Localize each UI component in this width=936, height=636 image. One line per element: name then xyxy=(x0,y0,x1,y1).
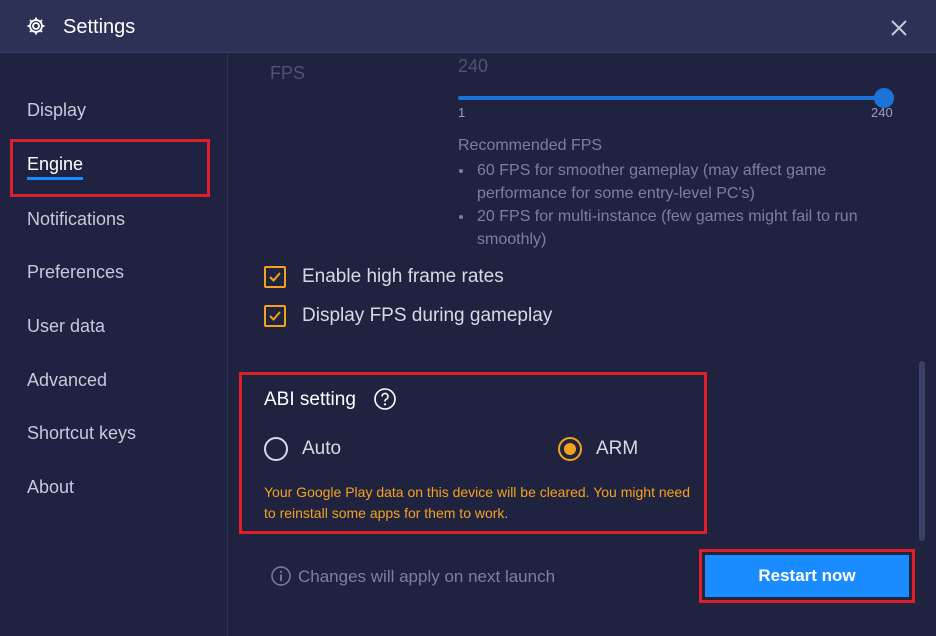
slider-fill xyxy=(458,96,884,100)
fps-value: 240 xyxy=(458,56,489,76)
radio-button[interactable] xyxy=(558,437,582,461)
window-title: Settings xyxy=(63,16,136,38)
checkbox[interactable] xyxy=(264,266,286,288)
radio-button[interactable] xyxy=(264,437,288,461)
radio-label-auto: Auto xyxy=(302,438,342,459)
restart-info-text: Changes will apply on next launch xyxy=(298,567,556,586)
restart-now-button[interactable]: Restart now xyxy=(705,555,909,597)
close-icon[interactable] xyxy=(887,16,911,40)
sidebar: Display Engine Notifications Preferences… xyxy=(0,53,228,636)
checkbox-label: Enable high frame rates xyxy=(302,266,504,287)
recommended-fps-title: Recommended FPS xyxy=(458,137,603,154)
abi-warning-text: Your Google Play data on this device wil… xyxy=(264,484,690,521)
info-icon xyxy=(270,565,292,587)
fps-slider[interactable] xyxy=(458,88,894,108)
scrollbar[interactable] xyxy=(919,361,925,541)
checkbox[interactable] xyxy=(264,305,286,327)
slider-max-label: 240 xyxy=(871,105,893,120)
bullet-icon xyxy=(459,169,463,173)
recommended-item-text: 60 FPS for smoother gameplay (may affect… xyxy=(477,162,827,202)
recommended-fps-list: 60 FPS for smoother gameplay (may affect… xyxy=(458,159,858,251)
bullet-icon xyxy=(459,215,463,219)
highlight-engine xyxy=(10,139,210,197)
abi-setting-title: ABI setting xyxy=(264,389,356,410)
gear-icon xyxy=(26,16,46,36)
check-icon xyxy=(269,311,281,321)
engine-settings-panel: FPS 240 1 240 Recommended FPS 60 FPS for… xyxy=(229,53,936,636)
sidebar-item-about[interactable]: About xyxy=(27,476,74,498)
checkbox-label: Display FPS during gameplay xyxy=(302,305,553,326)
list-item: 60 FPS for smoother gameplay (may affect… xyxy=(458,159,858,205)
list-item: 20 FPS for multi-instance (few games mig… xyxy=(458,205,858,251)
sidebar-item-user-data[interactable]: User data xyxy=(27,315,105,337)
sidebar-item-advanced[interactable]: Advanced xyxy=(27,369,107,391)
slider-min-label: 1 xyxy=(458,105,466,120)
sidebar-item-preferences[interactable]: Preferences xyxy=(27,261,124,283)
sidebar-item-display[interactable]: Display xyxy=(27,99,86,121)
recommended-item-text: 20 FPS for multi-instance (few games mig… xyxy=(477,208,858,248)
radio-dot xyxy=(564,443,576,455)
radio-label-arm: ARM xyxy=(596,438,639,459)
sidebar-item-shortcut-keys[interactable]: Shortcut keys xyxy=(27,422,136,444)
sidebar-item-notifications[interactable]: Notifications xyxy=(27,208,125,230)
title-bar: Settings xyxy=(0,0,936,53)
help-icon[interactable] xyxy=(373,387,397,411)
check-icon xyxy=(269,272,281,282)
fps-label: FPS xyxy=(270,63,306,83)
